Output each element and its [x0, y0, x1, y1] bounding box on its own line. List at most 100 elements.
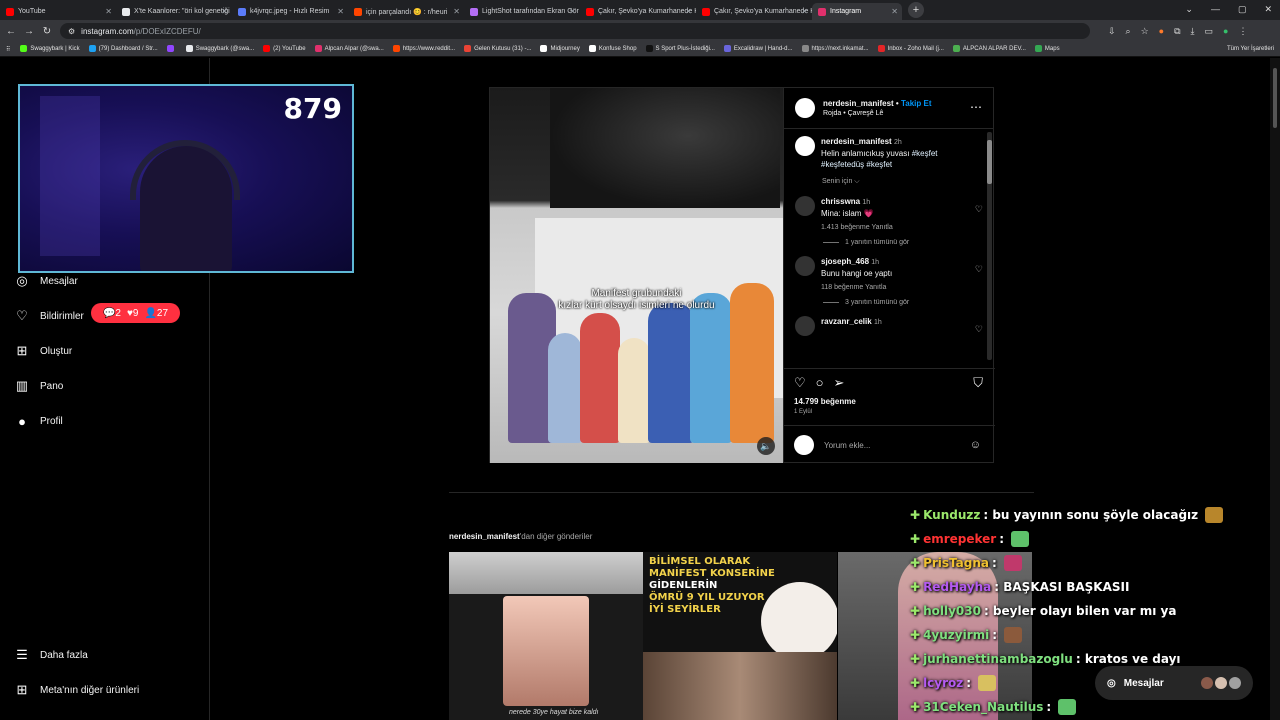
new-tab-button[interactable]: +	[908, 2, 924, 18]
reel-video[interactable]: Manifest grubundaki kızlar kürt olsaydı …	[490, 88, 783, 463]
commenter-username[interactable]: chrisswna	[821, 197, 860, 206]
extensions-puzzle-icon[interactable]: ⧉	[1174, 26, 1180, 37]
sidebar-item-bildirimler[interactable]: ♡ Bildirimler	[14, 308, 84, 324]
tab-close-icon[interactable]: ✕	[337, 7, 344, 16]
profile-icon[interactable]: ●	[1223, 26, 1228, 36]
follow-button[interactable]: Takip Et	[901, 99, 932, 108]
browser-tab[interactable]: k4jvrqc.jpeg - Hızlı Resim ✕	[232, 3, 348, 20]
sidebar-item-oluştur[interactable]: ⊞ Oluştur	[14, 343, 73, 359]
zoom-icon[interactable]: ⌕	[1126, 26, 1131, 37]
bookmark-item[interactable]: Maps	[1034, 45, 1060, 53]
notifications-badge[interactable]: 💬2 ♥9 👤27	[91, 303, 180, 323]
browser-tab[interactable]: Instagram ✕	[812, 3, 902, 20]
bookmark-item[interactable]: https://next.inkamat...	[801, 45, 869, 53]
bookmark-item[interactable]: https://www.reddit...	[392, 45, 455, 53]
comment-like-icon[interactable]: ♡	[975, 204, 983, 215]
apps-icon[interactable]: ⠿	[6, 46, 10, 53]
site-info-icon[interactable]: ⚙	[68, 27, 75, 36]
bookmark-item[interactable]: Inbox - Zoho Mail (j...	[877, 45, 944, 53]
reading-list-icon[interactable]: ▭	[1205, 26, 1214, 37]
commenter-username[interactable]: sjoseph_468	[821, 257, 869, 266]
sidebar-item-profil[interactable]: ● Profil	[14, 413, 63, 429]
bookmark-item[interactable]: Midjourney	[540, 45, 580, 53]
forward-icon[interactable]: →	[22, 26, 36, 37]
audio-subtitle[interactable]: Rojda • Çavreşê Lê	[823, 110, 931, 117]
comment-like-icon[interactable]: ♡	[975, 324, 983, 335]
bookmark-item[interactable]: Excalidraw | Hand-d...	[723, 45, 793, 53]
commenter-avatar[interactable]	[795, 196, 815, 216]
view-replies[interactable]: 1 yanıtın tümünü gör	[823, 239, 989, 246]
reply-button[interactable]: Yanıtla	[865, 284, 886, 291]
tab-close-icon[interactable]: ✕	[105, 7, 112, 16]
browser-tab[interactable]: için parçalandı 😊 : r/heuri ✕	[348, 3, 464, 20]
bookmark-item[interactable]: Gelen Kutusu (31) -...	[464, 45, 531, 53]
bookmark-item[interactable]: Swaggybark | Kick	[20, 45, 80, 53]
bookmark-item[interactable]: (2) YouTube	[263, 45, 306, 53]
bookmark-item[interactable]: Swaggybark (@swa...	[185, 45, 254, 53]
minimize-icon[interactable]: —	[1211, 4, 1220, 15]
close-window-icon[interactable]: ✕	[1264, 4, 1272, 15]
sidebar-bottom-item[interactable]: ☰ Daha fazla	[14, 647, 88, 663]
comments-scrollbar[interactable]	[987, 132, 992, 360]
sidebar-bottom-item[interactable]: ⊞ Meta'nın diğer ürünleri	[14, 682, 140, 698]
browser-tab[interactable]: Çakır, Şevko'ya Kumarhanede K ✕	[696, 3, 812, 20]
caption-username[interactable]: nerdesin_manifest	[821, 137, 892, 146]
like-heart-icon[interactable]: ♡	[794, 375, 806, 391]
bookmark-item[interactable]: Konfuse Shop	[588, 45, 637, 53]
all-bookmarks[interactable]: Tüm Yer İşaretleri	[1227, 46, 1274, 52]
caption-avatar[interactable]	[795, 136, 815, 156]
browser-tab[interactable]: LightShot tarafından Ekran Gör ✕	[464, 3, 580, 20]
more-post-thumbnail-2[interactable]: BİLİMSEL OLARAK MANİFEST KONSERİNE GİDENLE…	[643, 552, 837, 720]
back-icon[interactable]: ←	[4, 26, 18, 37]
sort-dropdown[interactable]: Senin için ⌵	[822, 178, 989, 186]
bookmark-label: Swaggybark | Kick	[30, 46, 80, 53]
like-count[interactable]: 14.799 beğenme	[794, 397, 856, 406]
maximize-icon[interactable]: ▢	[1238, 4, 1247, 15]
bookmark-item[interactable]: S Sport Plus-İstediği...	[645, 45, 715, 53]
share-icon[interactable]: ➢	[834, 375, 845, 391]
reload-icon[interactable]: ↻	[40, 26, 54, 37]
save-bookmark-icon[interactable]: ⛉	[973, 375, 983, 391]
extension-icon[interactable]: ●	[1159, 26, 1164, 36]
more-posts-user[interactable]: nerdesin_manifest	[449, 532, 520, 541]
browser-tab[interactable]: Çakır, Şevko'ya Kumarhanede K ✕	[580, 3, 696, 20]
tab-close-icon[interactable]: ✕	[221, 7, 228, 16]
commenter-avatar[interactable]	[795, 316, 815, 336]
tab-close-icon[interactable]: ✕	[685, 7, 692, 16]
browser-tab[interactable]: YouTube ✕	[0, 3, 116, 20]
bookmark-item[interactable]: (79) Dashboard / Str...	[88, 45, 158, 53]
bookmark-item[interactable]: ALPCAN ALPAR DEV...	[952, 45, 1026, 53]
bookmark-item[interactable]: Alpcan Alpar (@swa...	[314, 45, 384, 53]
sidebar-item-pano[interactable]: ▥ Pano	[14, 378, 64, 394]
author-username[interactable]: nerdesin_manifest	[823, 99, 894, 108]
more-options-icon[interactable]: ⋯	[970, 100, 982, 114]
tab-close-icon[interactable]: ✕	[453, 7, 460, 16]
page-scrollbar[interactable]	[1270, 58, 1280, 720]
mute-icon[interactable]: 🔈	[757, 437, 775, 455]
tab-close-icon[interactable]: ✕	[801, 7, 808, 16]
comment-input[interactable]: Yorum ekle... ☺	[784, 425, 995, 464]
browser-menu-icon[interactable]: ⋮	[1238, 26, 1247, 37]
bookmark-star-icon[interactable]: ☆	[1141, 26, 1149, 37]
bookmark-item[interactable]	[166, 45, 177, 53]
view-replies[interactable]: 3 yanıtın tümünü gör	[823, 299, 989, 306]
author-avatar[interactable]	[795, 98, 815, 118]
messages-button[interactable]: ◎ Mesajlar	[1095, 666, 1253, 700]
more-post-thumbnail-1[interactable]: nerede 30ye hayat bize kaldı	[449, 552, 643, 720]
install-app-icon[interactable]: ⇩	[1108, 26, 1116, 37]
reply-button[interactable]: Yanıtla	[871, 224, 892, 231]
comment-bubble-icon[interactable]: ○	[816, 375, 824, 391]
comment-like-icon[interactable]: ♡	[975, 264, 983, 275]
emoji-icon[interactable]: ☺	[970, 439, 981, 451]
sidebar-item-mesajlar[interactable]: ◎ Mesajlar	[14, 273, 77, 289]
address-bar[interactable]: ⚙ instagram.com/p/DOExIZCDEFU/	[60, 23, 1090, 39]
downloads-icon[interactable]: ⤓	[1191, 26, 1195, 37]
tab-close-icon[interactable]: ✕	[569, 7, 576, 16]
browser-tab[interactable]: X'te Kaanlorer: "öri kol genetiği ! ✕	[116, 3, 232, 20]
tab-search-icon[interactable]: ⌄	[1185, 4, 1193, 15]
commenter-username[interactable]: ravzanr_celik	[821, 317, 872, 326]
commenter-avatar[interactable]	[795, 256, 815, 276]
comment-likes[interactable]: 118 beğenme	[821, 284, 863, 291]
tab-close-icon[interactable]: ✕	[891, 7, 898, 16]
comment-likes[interactable]: 1.413 beğenme	[821, 224, 870, 231]
